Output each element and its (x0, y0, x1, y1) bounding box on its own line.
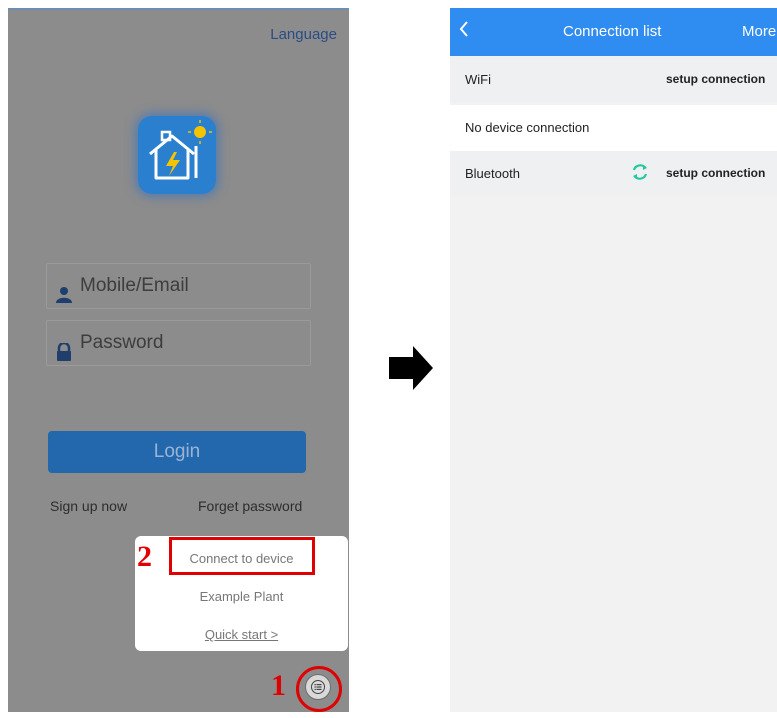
username-placeholder: Mobile/Email (80, 275, 189, 296)
forget-password-link[interactable]: Forget password (198, 498, 302, 514)
no-device-row: No device connection (450, 105, 777, 151)
step-1-highlight-circle (296, 666, 342, 712)
password-field[interactable]: Password (46, 320, 311, 366)
app-logo-icon (138, 116, 216, 194)
language-link[interactable]: Language (270, 26, 337, 43)
quick-start-link[interactable]: Quick start > (135, 627, 348, 642)
connection-list-screen: Connection list More WiFi setup connecti… (450, 8, 777, 712)
wifi-setup-connection-button[interactable]: setup connection (666, 72, 765, 86)
login-screen: Language Mobile/Email Password Login Sig… (8, 8, 349, 712)
nav-bar: Connection list More (450, 8, 777, 56)
bluetooth-setup-connection-button[interactable]: setup connection (666, 166, 765, 180)
example-plant-item[interactable]: Example Plant (135, 589, 348, 604)
back-chevron-icon[interactable] (458, 20, 470, 43)
wifi-row: WiFi setup connection (450, 57, 777, 102)
lock-icon (55, 334, 73, 361)
status-bar-line (8, 8, 349, 10)
right-arrow-icon (389, 346, 433, 390)
wifi-label: WiFi (465, 72, 491, 87)
login-button[interactable]: Login (48, 431, 306, 473)
bluetooth-row: Bluetooth setup connection (450, 151, 777, 196)
bluetooth-label: Bluetooth (465, 166, 520, 181)
refresh-icon[interactable] (630, 162, 650, 185)
step-2-highlight-box (169, 537, 315, 575)
step-2-label: 2 (137, 540, 152, 573)
username-field[interactable]: Mobile/Email (46, 263, 311, 309)
no-device-label: No device connection (465, 120, 590, 135)
more-button[interactable]: More (742, 23, 776, 40)
page-title: Connection list (563, 23, 662, 40)
sign-up-link[interactable]: Sign up now (50, 498, 127, 514)
password-placeholder: Password (80, 332, 164, 353)
step-1-label: 1 (271, 669, 286, 702)
user-icon (55, 277, 73, 303)
